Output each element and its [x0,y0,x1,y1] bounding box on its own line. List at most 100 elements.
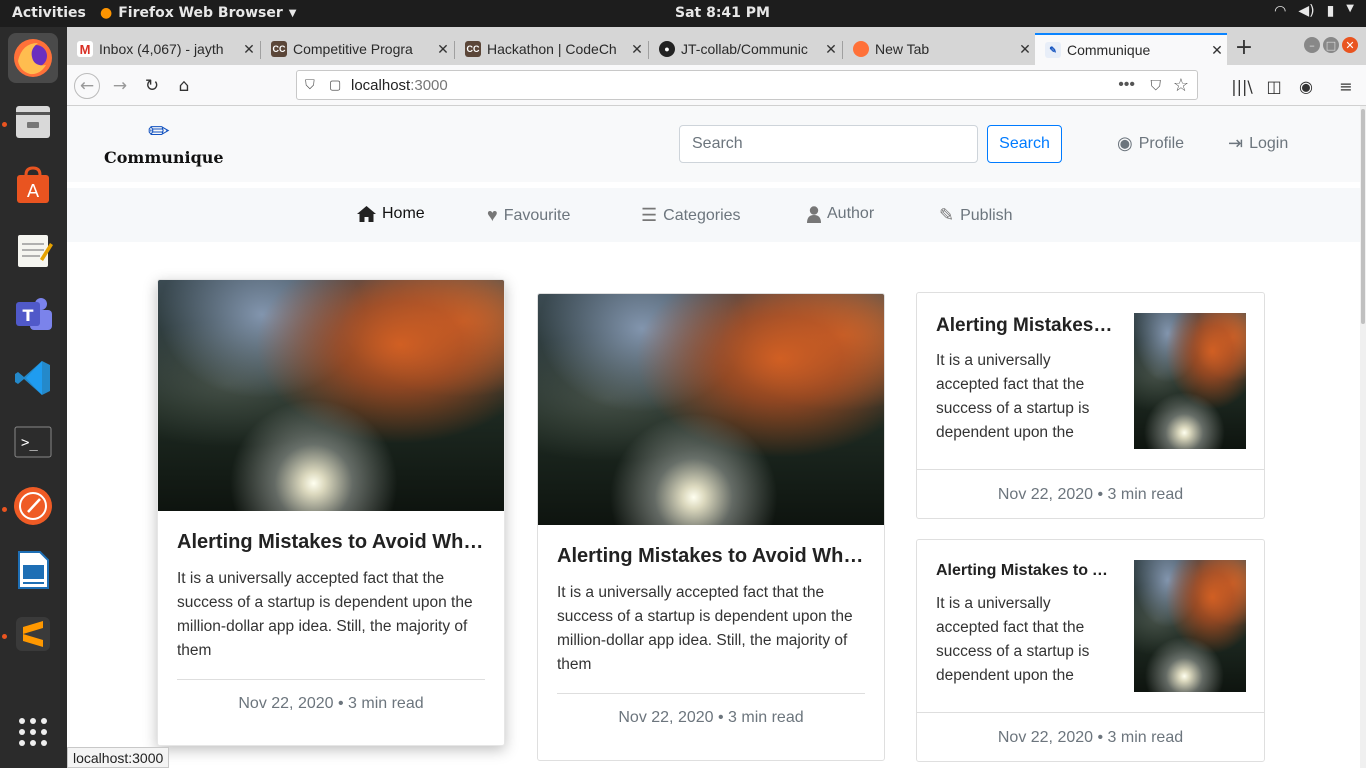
close-icon[interactable]: ✕ [1207,42,1227,59]
edit-icon: ✎ [939,205,955,225]
svg-text:A: A [27,181,40,202]
minimize-button[interactable]: – [1304,37,1320,53]
close-icon[interactable]: ✕ [1015,41,1035,58]
article-card[interactable]: Alerting Mistakes to Avoid While Develop… [157,279,505,746]
nav-author[interactable]: Author [807,205,874,223]
article-card-compact[interactable]: Alerting Mistakes to Avoid It is a unive… [916,539,1265,762]
running-indicator [2,122,7,127]
close-icon[interactable]: ✕ [239,41,259,58]
url-bar[interactable]: ⛉ ▢ localhost:3000 ••• ⛉ ☆ [296,70,1198,100]
site-logo[interactable]: ✏ Communique [104,117,224,167]
maximize-button[interactable]: □ [1323,37,1339,53]
search-input[interactable] [679,125,978,163]
forward-button[interactable]: → [107,73,133,99]
login-label: Login [1249,134,1289,152]
article-title[interactable]: Alerting Mistakes to Avoid While Develop… [177,531,485,554]
menu-button[interactable]: ≡ [1333,73,1359,99]
dock-sublime[interactable] [8,609,58,659]
tab-title: New Tab [875,41,930,57]
github-icon: ● [659,41,675,57]
arrow-left-icon: ← [79,76,95,96]
user-circle-icon: ◉ [1117,133,1133,153]
dock-show-apps[interactable] [8,707,58,757]
document-writer-icon [18,551,49,589]
tab-hackathon[interactable]: CC Hackathon | CodeCh ✕ [455,33,647,65]
page-actions-icon[interactable]: ••• [1118,76,1135,94]
pencil-icon: ✏ [148,117,170,147]
tab-github[interactable]: ● JT-collab/Communic ✕ [649,33,841,65]
chevron-down-icon: ▼ [288,7,297,19]
article-title[interactable]: Alerting Mistakes to Avoid [936,562,1114,580]
article-excerpt: It is a universally accepted fact that t… [936,352,1090,441]
close-window-button[interactable]: ✕ [1342,37,1358,53]
library-button[interactable]: |||\ [1229,73,1255,99]
clock[interactable]: Sat 8:41 PM [675,5,770,21]
dock-terminal[interactable]: >_ [8,417,58,467]
nav-home[interactable]: Home [357,205,425,223]
user-icon [807,205,821,223]
bookmark-star-icon[interactable]: ☆ [1173,75,1189,96]
sidebar-button[interactable]: ◫ [1261,73,1287,99]
running-indicator [2,507,7,512]
tab-competitive-programming[interactable]: CC Competitive Progra ✕ [261,33,453,65]
article-title[interactable]: Alerting Mistakes to Avoid [936,315,1114,337]
system-tray[interactable]: ◠ ◀) ▮ ▼ [1274,3,1354,19]
article-meta: Nov 22, 2020 • 3 min read [997,729,1184,746]
article-card-compact[interactable]: Alerting Mistakes to Avoid It is a unive… [916,292,1265,519]
brand-name: Communique [104,148,224,167]
pocket-icon[interactable]: ⛉ [1151,77,1162,94]
search-button[interactable]: Search [987,125,1062,163]
article-title[interactable]: Alerting Mistakes to Avoid While Develop… [557,545,865,568]
back-button[interactable]: ← [74,73,100,99]
activities-button[interactable]: Activities [12,5,86,21]
page-scrollbar[interactable] [1360,106,1366,768]
dock-firefox[interactable] [8,33,58,83]
login-link[interactable]: ⇥ Login [1228,133,1288,154]
dock-software[interactable]: A [8,161,58,211]
article-meta: Nov 22, 2020 • 3 min read [618,709,804,726]
article-image [538,294,884,525]
url-host: localhost [351,76,411,94]
close-icon[interactable]: ✕ [627,41,647,58]
tab-new-tab[interactable]: New Tab ✕ [843,33,1035,65]
running-indicator [2,634,7,639]
article-excerpt: It is a universally accepted fact that t… [936,595,1090,684]
dock-text-editor[interactable] [8,225,58,275]
close-icon[interactable]: ✕ [821,41,841,58]
library-icon: |||\ [1231,76,1253,96]
dock-writer[interactable] [8,545,58,595]
dock-postman[interactable] [8,481,58,531]
nav-home-label: Home [382,205,425,222]
tab-communique[interactable]: ✎ Communique ✕ [1035,33,1227,65]
close-icon[interactable]: ✕ [433,41,453,58]
divider [917,712,1264,713]
dock-vscode[interactable] [8,353,58,403]
app-menu[interactable]: ● Firefox Web Browser ▼ [100,5,297,21]
volume-icon: ◀) [1298,3,1315,19]
url-port: :3000 [410,76,448,94]
reload-icon: ↻ [144,76,160,96]
tab-title: Hackathon | CodeCh [487,41,617,57]
new-tab-button[interactable]: + [1231,34,1257,60]
app-menu-label: Firefox Web Browser [118,5,283,21]
profile-link[interactable]: ◉ Profile [1117,133,1184,154]
reload-button[interactable]: ↻ [139,73,165,99]
tab-gmail[interactable]: M Inbox (4,067) - jayth ✕ [67,33,259,65]
scrollbar-thumb[interactable] [1361,109,1365,324]
nav-favourite[interactable]: ♥ Favourite [487,205,570,226]
terminal-icon: >_ [14,426,52,458]
home-button[interactable]: ⌂ [171,73,197,99]
article-meta: Nov 22, 2020 • 3 min read [997,486,1184,503]
software-store-icon: A [17,166,49,203]
article-card[interactable]: Alerting Mistakes to Avoid While Develop… [537,293,885,761]
page-info-icon: ▢ [329,77,342,92]
tab-title: Inbox (4,067) - jayth [99,41,224,57]
nav-categories[interactable]: ☰ Categories [641,205,741,226]
dock-files[interactable] [8,97,58,147]
account-button[interactable]: ◉ [1293,73,1319,99]
shield-icon: ⛉ [305,77,315,92]
divider [557,693,865,694]
nav-publish[interactable]: ✎ Publish [939,205,1013,226]
dock-teams[interactable]: T [8,289,58,339]
codechef-icon: CC [465,41,481,57]
